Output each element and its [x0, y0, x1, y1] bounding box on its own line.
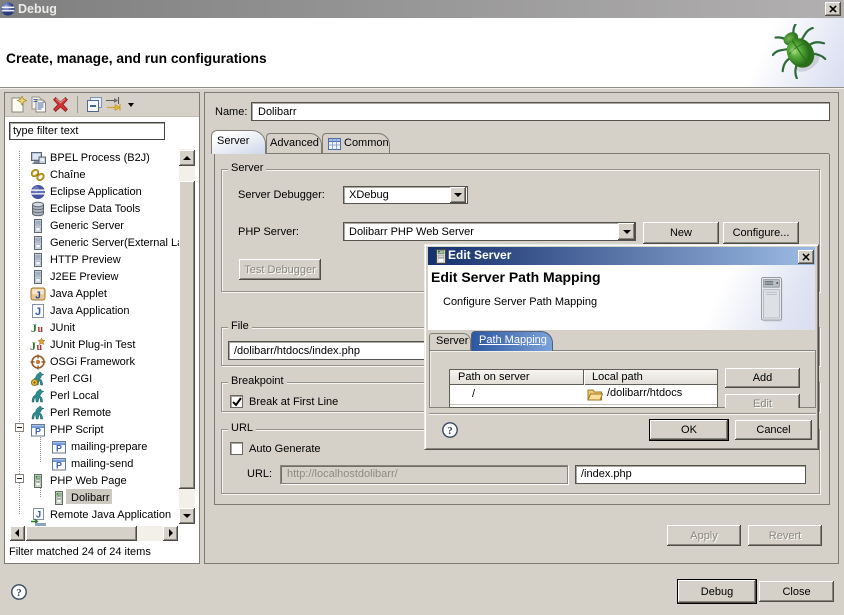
- svg-text:?: ?: [447, 425, 453, 437]
- svg-text:?: ?: [16, 587, 22, 599]
